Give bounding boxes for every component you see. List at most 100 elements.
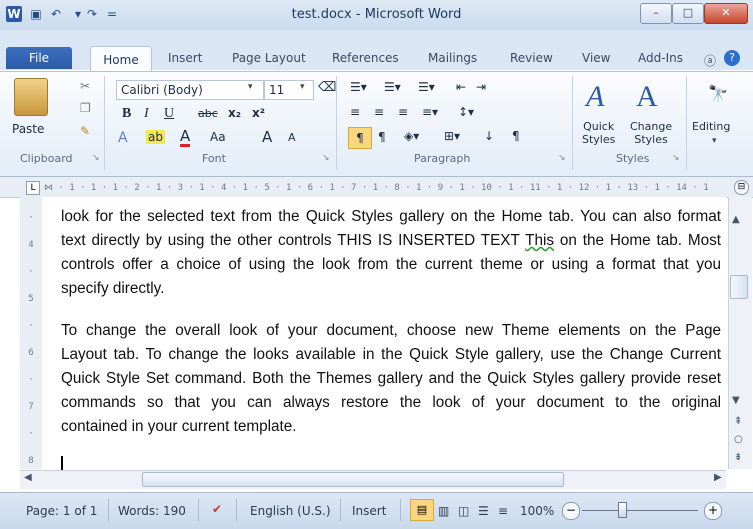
vertical-ruler-scale: · 4 · 5 · 6 · 7 · 8 [28, 213, 34, 466]
shading-icon[interactable]: ◈▾ [404, 129, 419, 143]
align-right-icon[interactable]: ≡ [398, 105, 408, 119]
tab-home[interactable]: Home [90, 46, 152, 73]
underline-button[interactable]: U [164, 106, 174, 122]
shrink-font-button[interactable]: A [288, 131, 296, 144]
quick-styles-button[interactable]: Quick Styles [582, 120, 615, 146]
full-screen-reading-icon[interactable]: ▥ [438, 504, 449, 518]
clipboard-group-label: Clipboard [20, 152, 73, 165]
zoom-level[interactable]: 100% [520, 504, 554, 518]
minimize-ribbon-icon[interactable]: ⓐ [704, 52, 716, 69]
insert-mode-indicator[interactable]: Insert [352, 504, 386, 518]
clipboard-launcher-icon[interactable]: ↘ [92, 153, 100, 163]
justify-icon[interactable]: ≡▾ [422, 105, 438, 119]
chevron-down-icon[interactable]: ▾ [248, 82, 253, 92]
paragraph-1[interactable]: look for the selected text from the Quic… [61, 205, 721, 301]
change-styles-icon[interactable]: A [636, 80, 658, 114]
tab-add-ins[interactable]: Add-Ins [638, 51, 683, 65]
browse-object-icon[interactable]: ○ [734, 434, 743, 445]
bold-button[interactable]: B [122, 106, 131, 122]
horizontal-scroll-thumb[interactable] [142, 472, 564, 487]
italic-button[interactable]: I [144, 106, 149, 122]
bullets-icon[interactable]: ☰▾ [350, 80, 367, 94]
font-size-field[interactable]: 11 [264, 80, 314, 100]
scroll-left-icon[interactable]: ◀ [24, 472, 32, 483]
text-effects-icon[interactable]: A [118, 130, 128, 146]
clear-format-icon[interactable]: ⌫ [318, 80, 336, 95]
show-hide-icon[interactable]: ¶ [512, 129, 520, 143]
binoculars-icon[interactable]: 🔭 [708, 84, 728, 103]
scroll-up-icon[interactable]: ▲ [732, 214, 740, 225]
tab-review[interactable]: Review [510, 51, 553, 65]
ltr-direction-icon[interactable]: ¶ [348, 127, 372, 149]
tab-file[interactable]: File [6, 47, 72, 69]
subscript-button[interactable]: x₂ [228, 106, 241, 120]
tab-insert[interactable]: Insert [168, 51, 202, 65]
vertical-scrollbar[interactable] [728, 197, 752, 469]
strikethrough-button[interactable]: abc [198, 107, 218, 120]
superscript-button[interactable]: x² [252, 106, 265, 120]
chevron-down-icon[interactable]: ▾ [300, 82, 305, 92]
tab-selector-icon[interactable]: L [26, 181, 40, 195]
paragraph-launcher-icon[interactable]: ↘ [558, 153, 566, 163]
font-name-field[interactable]: Calibri (Body) [116, 80, 264, 100]
font-color-icon[interactable]: A [180, 128, 191, 147]
highlight-icon[interactable]: ab [146, 130, 165, 144]
multilevel-list-icon[interactable]: ☰▾ [418, 80, 435, 94]
font-launcher-icon[interactable]: ↘ [322, 153, 330, 163]
change-styles-button[interactable]: Change Styles [630, 120, 672, 146]
borders-icon[interactable]: ⊞▾ [444, 129, 460, 143]
rtl-direction-icon[interactable]: ¶ [378, 130, 386, 144]
chevron-down-icon[interactable]: ▾ [712, 136, 717, 146]
word-count[interactable]: Words: 190 [118, 504, 186, 518]
zoom-slider-thumb[interactable] [618, 502, 627, 518]
spelling-flag[interactable]: This [525, 232, 554, 249]
text-line: look for the selected text from the Quic… [61, 208, 721, 225]
close-button[interactable]: ✕ [704, 3, 748, 24]
previous-page-icon[interactable]: ⇞ [734, 416, 742, 427]
tab-references[interactable]: References [332, 51, 399, 65]
quick-styles-icon[interactable]: A [586, 80, 604, 114]
tab-mailings[interactable]: Mailings [428, 51, 477, 65]
zoom-out-icon[interactable]: − [562, 502, 580, 520]
page-count[interactable]: Page: 1 of 1 [26, 504, 97, 518]
scroll-right-icon[interactable]: ▶ [714, 472, 722, 483]
paste-icon[interactable] [14, 78, 48, 116]
paste-button[interactable]: Paste [12, 122, 44, 136]
next-page-icon[interactable]: ⇟ [734, 452, 742, 463]
help-icon[interactable]: ? [724, 50, 740, 66]
decrease-indent-icon[interactable]: ⇤ [456, 80, 466, 94]
text-line: controls offer a choice of using the loo… [61, 256, 721, 273]
change-case-button[interactable]: Aa [210, 130, 226, 144]
draft-icon[interactable]: ≡ [498, 504, 508, 518]
line-spacing-icon[interactable]: ↕▾ [458, 105, 474, 119]
styles-launcher-icon[interactable]: ↘ [672, 153, 680, 163]
minimize-button[interactable]: – [640, 3, 672, 24]
increase-indent-icon[interactable]: ⇥ [476, 80, 486, 94]
copy-icon[interactable]: ❐ [80, 101, 91, 115]
scroll-down-icon[interactable]: ▼ [732, 395, 740, 406]
cut-icon[interactable]: ✂ [80, 79, 90, 93]
proofing-icon[interactable]: ✔ [212, 502, 222, 516]
text-run: text directly by using the other control… [61, 232, 526, 249]
language-indicator[interactable]: English (U.S.) [250, 504, 331, 518]
format-painter-icon[interactable]: ✎ [80, 124, 90, 138]
outline-icon[interactable]: ☰ [478, 504, 489, 518]
zoom-slider-track[interactable] [582, 510, 698, 511]
editing-button[interactable]: Editing [692, 120, 730, 133]
web-layout-icon[interactable]: ◫ [458, 504, 469, 518]
numbering-icon[interactable]: ☰▾ [384, 80, 401, 94]
align-center-icon[interactable]: ≡ [374, 105, 384, 119]
text-line: Layout tab. To change the looks availabl… [61, 346, 721, 363]
print-layout-icon[interactable]: ▤ [410, 499, 434, 521]
tab-page-layout[interactable]: Page Layout [232, 51, 306, 65]
view-ruler-icon[interactable]: ⊟ [734, 180, 749, 195]
paragraph-2[interactable]: To change the overall look of your docum… [61, 319, 721, 439]
zoom-in-icon[interactable]: + [704, 502, 722, 520]
tab-view[interactable]: View [582, 51, 610, 65]
sort-icon[interactable]: ↓ [484, 129, 494, 143]
align-left-icon[interactable]: ≡ [350, 105, 360, 119]
vertical-scroll-thumb[interactable] [730, 275, 748, 299]
grow-font-button[interactable]: A [262, 128, 272, 146]
maximize-button[interactable]: □ [672, 3, 704, 24]
text-line: To change the overall look of your docum… [61, 322, 721, 339]
